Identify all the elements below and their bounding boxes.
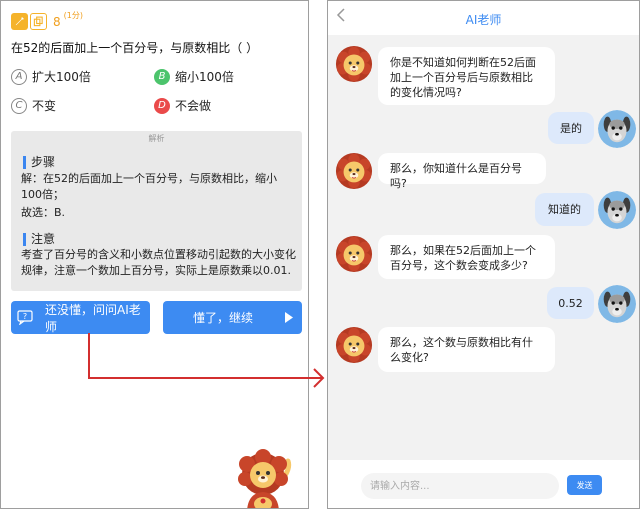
continue-button[interactable]: 懂了，继续: [163, 301, 302, 334]
ai-chat-screen: AI老师 你是不知道如何判断在52后面加上一个百分号后与原数相比的变化情况吗? …: [327, 0, 640, 509]
question-score: (1分): [63, 11, 83, 20]
question-text: 在52的后面加上一个百分号，与原数相比（ ）: [11, 41, 259, 55]
ai-message: 那么，这个数与原数相比有什么变化?: [378, 327, 555, 372]
ask-ai-button[interactable]: ? 还没懂，问问AI老师: [11, 301, 150, 334]
steps-title: 步骤: [23, 156, 55, 169]
question-number: 8: [53, 14, 61, 29]
note-text: 考查了百分号的含义和小数点位置移动引起数的大小变化规律，注意一个数加上百分号，实…: [21, 248, 296, 277]
option-a[interactable]: A 扩大100倍: [11, 68, 91, 85]
continue-label: 懂了，继续: [193, 311, 254, 325]
dog-avatar: [598, 110, 636, 148]
option-b[interactable]: B 缩小100倍: [154, 68, 234, 85]
steps-line-1: 解：在52的后面加上一个百分号，与原数相比，缩小100倍；: [21, 172, 277, 201]
dog-avatar: [598, 191, 636, 229]
pencil-icon[interactable]: [11, 13, 28, 30]
option-d[interactable]: D 不会做: [154, 97, 211, 114]
svg-text:?: ?: [23, 312, 27, 321]
option-text: 扩大100倍: [32, 70, 91, 84]
play-arrow-icon: [285, 312, 293, 323]
user-message: 是的: [548, 112, 594, 144]
lion-avatar: [335, 326, 373, 364]
explanation-title: 解析: [148, 134, 165, 143]
option-letter: C: [11, 97, 27, 114]
option-letter: D: [154, 97, 170, 114]
option-text: 缩小100倍: [175, 70, 234, 84]
dog-avatar: [598, 285, 636, 323]
chat-input-box: [361, 473, 559, 499]
ai-message: 那么，你知道什么是百分号吗?: [378, 153, 546, 190]
chat-topbar: AI老师: [328, 1, 639, 35]
option-text: 不会做: [175, 99, 212, 113]
send-button[interactable]: 发送: [567, 475, 602, 495]
ask-ai-label: 还没懂，问问AI老师: [45, 302, 141, 334]
ai-message: 那么，如果在52后面加上一个百分号，这个数会变成多少?: [378, 235, 555, 279]
ai-message: 你是不知道如何判断在52后面加上一个百分号后与原数相比的变化情况吗?: [378, 47, 555, 105]
user-message: 0.52: [547, 287, 594, 319]
option-letter: B: [154, 68, 170, 85]
chat-input-bar: 发送: [328, 460, 639, 508]
note-title: 注意: [23, 233, 55, 246]
lion-avatar: [335, 45, 373, 83]
lion-mascot: [235, 449, 295, 508]
option-letter: A: [11, 68, 27, 85]
steps-line-2: 故选：B.: [21, 206, 66, 219]
option-text: 不变: [32, 99, 57, 113]
chat-title: AI老师: [465, 13, 502, 27]
lion-avatar: [335, 152, 373, 190]
question-header: 8 (1分): [11, 11, 83, 30]
lion-avatar: [335, 235, 373, 273]
user-message: 知道的: [535, 193, 594, 226]
copy-icon[interactable]: [30, 13, 47, 30]
chat-question-icon: ?: [17, 310, 33, 325]
option-c[interactable]: C 不变: [11, 97, 56, 114]
question-screen: 8 (1分) 在52的后面加上一个百分号，与原数相比（ ） A 扩大100倍 B…: [0, 0, 309, 509]
explanation-panel: 解析 步骤 解：在52的后面加上一个百分号，与原数相比，缩小100倍； 故选：B…: [11, 131, 302, 291]
chat-input[interactable]: [361, 473, 559, 499]
